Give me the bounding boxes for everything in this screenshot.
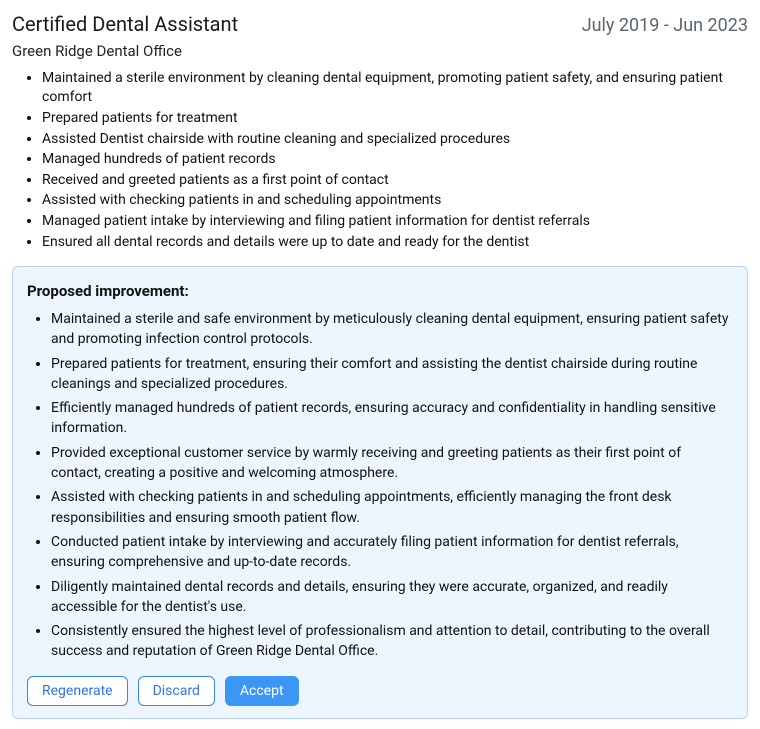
list-item: Prepared patients for treatment, ensurin… <box>51 354 733 395</box>
list-item: Provided exceptional customer service by… <box>51 443 733 484</box>
list-item: Consistently ensured the highest level o… <box>51 621 733 662</box>
proposed-bullets: Maintained a sterile and safe environmen… <box>51 309 733 662</box>
button-row: Regenerate Discard Accept <box>27 676 733 707</box>
list-item: Assisted with checking patients in and s… <box>51 487 733 528</box>
list-item: Assisted Dentist chairside with routine … <box>42 130 748 150</box>
list-item: Managed patient intake by interviewing a… <box>42 212 748 232</box>
job-title: Certified Dental Assistant <box>12 10 238 39</box>
date-range: July 2019 - Jun 2023 <box>582 13 748 39</box>
list-item: Efficiently managed hundreds of patient … <box>51 398 733 439</box>
list-item: Maintained a sterile environment by clea… <box>42 69 748 108</box>
list-item: Prepared patients for treatment <box>42 109 748 129</box>
proposed-improvement-panel: Proposed improvement: Maintained a steri… <box>12 266 748 719</box>
accept-button[interactable]: Accept <box>225 676 299 707</box>
company-name: Green Ridge Dental Office <box>12 41 748 63</box>
regenerate-button[interactable]: Regenerate <box>27 676 128 707</box>
proposal-heading: Proposed improvement: <box>27 281 733 303</box>
list-item: Diligently maintained dental records and… <box>51 577 733 618</box>
experience-header: Certified Dental Assistant July 2019 - J… <box>12 10 748 39</box>
list-item: Maintained a sterile and safe environmen… <box>51 309 733 350</box>
discard-button[interactable]: Discard <box>138 676 215 707</box>
current-bullets: Maintained a sterile environment by clea… <box>42 69 748 252</box>
list-item: Conducted patient intake by interviewing… <box>51 532 733 573</box>
list-item: Received and greeted patients as a first… <box>42 171 748 191</box>
list-item: Managed hundreds of patient records <box>42 150 748 170</box>
list-item: Ensured all dental records and details w… <box>42 233 748 253</box>
list-item: Assisted with checking patients in and s… <box>42 191 748 211</box>
